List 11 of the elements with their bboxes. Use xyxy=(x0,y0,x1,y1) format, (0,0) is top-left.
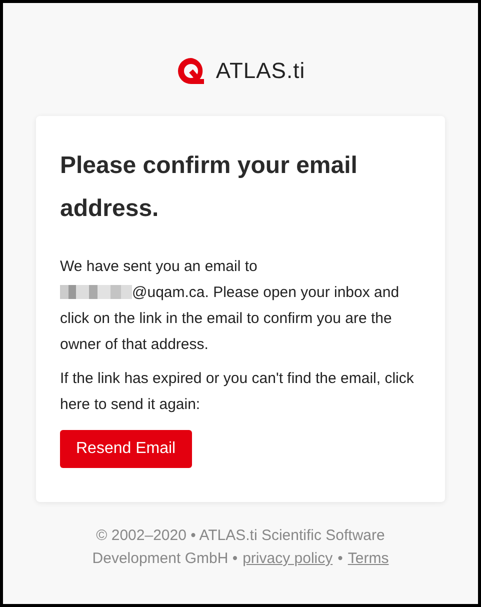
copyright-text: © 2002–2020 • ATLAS.ti Scientific Software xyxy=(96,526,385,546)
separator-dot: • xyxy=(338,549,343,569)
resend-instructions: If the link has expired or you can't find the email, click here to send it again: xyxy=(60,369,415,415)
logo-text: ATLAS.ti xyxy=(216,58,306,84)
resend-email-button[interactable]: Resend Email xyxy=(60,430,192,468)
terms-link[interactable]: Terms xyxy=(348,547,389,570)
confirmation-message: We have sent you an email to @uqam.ca. Please open your inbox and click on the link in the email to confirm you are the owner of that address. xyxy=(60,257,400,355)
privacy-policy-link[interactable]: privacy policy xyxy=(242,547,333,570)
company-name: Development GmbH • xyxy=(92,549,238,569)
page-title: Please confirm your email address. xyxy=(60,151,358,224)
logo-icon xyxy=(176,56,206,86)
